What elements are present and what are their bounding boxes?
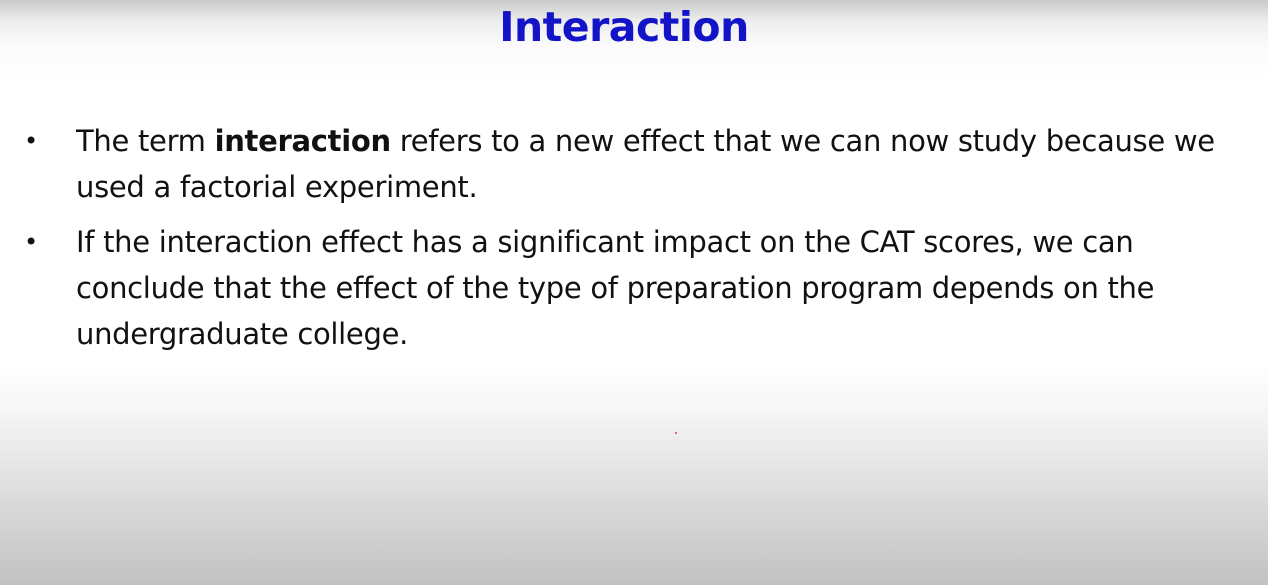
bullet-point-icon: • [24,127,38,155]
bullet-list: • The term interaction refers to a new e… [0,118,1268,357]
bold-term-interaction: interaction [214,124,392,158]
slide-title: Interaction [499,3,749,51]
bullet-text: If the interaction effect has a signific… [76,225,1155,351]
laser-pointer-dot [675,432,677,434]
bullet-item-interaction-effect: • If the interaction effect has a signif… [0,219,1268,357]
bullet-point-icon: • [24,228,38,256]
bullet-item-interaction-definition: • The term interaction refers to a new e… [0,118,1268,210]
bullet-text-prefix: The term [76,124,215,158]
